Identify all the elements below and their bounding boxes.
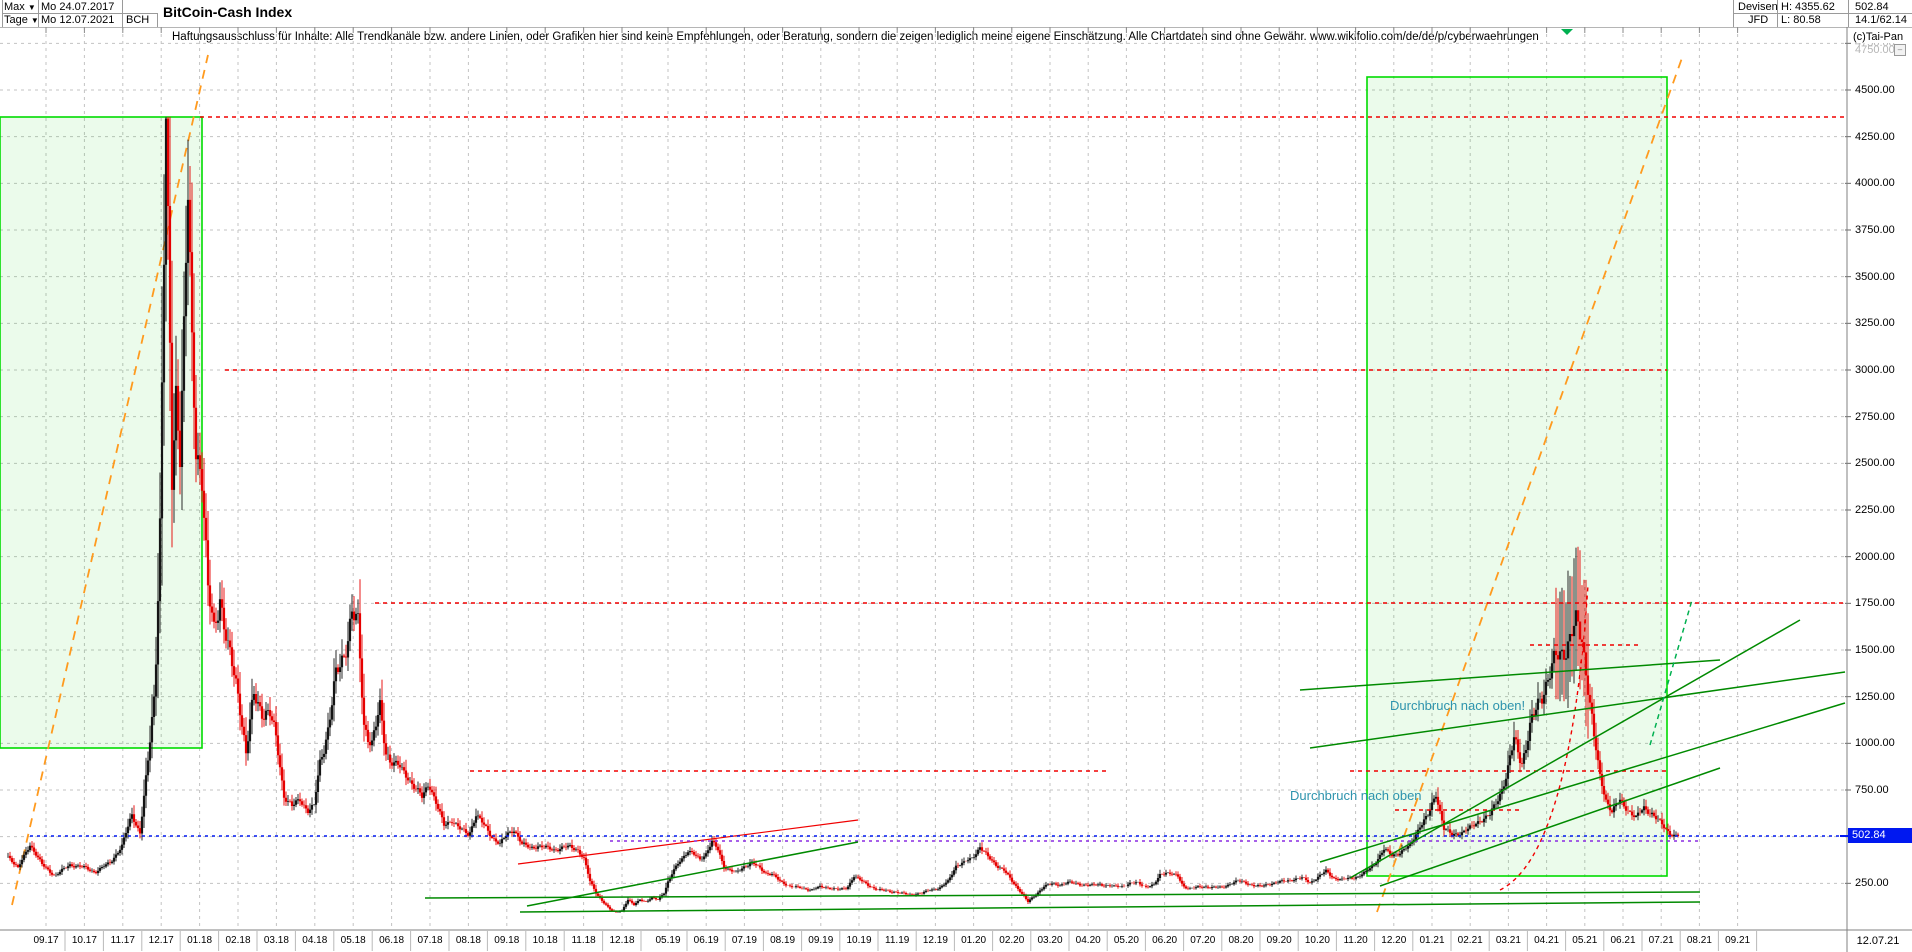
x-axis-label: 09.18 <box>494 935 520 946</box>
x-axis-label: 01.21 <box>1419 935 1445 946</box>
y-axis-label: 3750.00 <box>1855 223 1895 236</box>
breakout-annotation: Durchbruch nach oben! <box>1390 698 1526 713</box>
x-axis-label: 07.19 <box>731 935 757 946</box>
x-axis-label: 06.21 <box>1610 935 1636 946</box>
x-axis-label: 12.18 <box>609 935 635 946</box>
x-axis-label: 04.20 <box>1075 935 1101 946</box>
y-axis-label: 4500.00 <box>1855 83 1895 96</box>
y-axis-label: 2750.00 <box>1855 410 1895 423</box>
y-axis-label: 2000.00 <box>1855 550 1895 563</box>
y-axis-label: 1500.00 <box>1855 643 1895 656</box>
x-axis-label: 10.18 <box>532 935 558 946</box>
y-axis-label: 4000.00 <box>1855 177 1895 190</box>
x-axis-label: 04.21 <box>1534 935 1560 946</box>
x-axis-label: 12.20 <box>1381 935 1407 946</box>
y-axis-label: 1750.00 <box>1855 597 1895 610</box>
x-axis-label: 08.21 <box>1686 935 1712 946</box>
x-axis-label: 02.18 <box>225 935 251 946</box>
x-axis-label: 04.18 <box>302 935 328 946</box>
y-axis-label-faded: 4750.00 <box>1855 44 1895 56</box>
y-axis-label: 1250.00 <box>1855 690 1895 703</box>
x-axis-label: 01.20 <box>961 935 987 946</box>
x-axis-label: 11.17 <box>110 935 135 946</box>
x-axis-label: 11.19 <box>885 935 910 946</box>
x-axis-label: 02.21 <box>1457 935 1483 946</box>
x-axis-label: 09.21 <box>1725 935 1751 946</box>
x-axis-label: 07.21 <box>1648 935 1674 946</box>
x-axis-label: 03.18 <box>263 935 289 946</box>
x-axis-label: 08.19 <box>770 935 796 946</box>
y-axis-label: 2500.00 <box>1855 457 1895 470</box>
x-axis-label: 12.17 <box>148 935 174 946</box>
x-axis-label: 11.18 <box>571 935 596 946</box>
x-axis-label: 05.21 <box>1572 935 1598 946</box>
x-axis-label: 05.18 <box>340 935 366 946</box>
chart-plot-area[interactable] <box>0 0 1912 952</box>
y-axis-label: 250.00 <box>1855 877 1889 890</box>
x-axis-label: 10.20 <box>1304 935 1330 946</box>
x-axis-label: 08.18 <box>455 935 481 946</box>
x-axis-label: 06.19 <box>693 935 719 946</box>
y-axis-label: 2250.00 <box>1855 503 1895 516</box>
x-axis-label: 10.17 <box>71 935 97 946</box>
x-axis-label: 12.19 <box>922 935 948 946</box>
collapse-chart-button[interactable]: – <box>1894 44 1906 56</box>
x-axis-label: 03.20 <box>1037 935 1063 946</box>
x-axis-label: 09.19 <box>808 935 834 946</box>
x-axis-label: 09.17 <box>33 935 59 946</box>
taipan-chart-window: Max ▼ Mo 24.07.2017 Tage ▼ Mo 12.07.2021… <box>0 0 1912 952</box>
x-axis-label: 03.21 <box>1495 935 1521 946</box>
x-axis-label: 06.18 <box>379 935 405 946</box>
breakout-annotation: Durchbruch nach oben <box>1290 788 1422 803</box>
x-axis-label: 06.20 <box>1152 935 1178 946</box>
x-axis-label: 05.20 <box>1113 935 1139 946</box>
current-price-tag: 502.84 <box>1848 828 1912 843</box>
y-axis-label: 1000.00 <box>1855 737 1895 750</box>
x-axis-label: 09.20 <box>1266 935 1292 946</box>
x-axis-label: 07.20 <box>1190 935 1216 946</box>
x-axis-label: 02.20 <box>999 935 1025 946</box>
x-axis-label: 07.18 <box>417 935 443 946</box>
y-axis-label: 3500.00 <box>1855 270 1895 283</box>
x-axis-label: 08.20 <box>1228 935 1254 946</box>
y-axis-label: 4250.00 <box>1855 130 1895 143</box>
y-axis-label: 750.00 <box>1855 784 1889 796</box>
y-axis-label: 3250.00 <box>1855 317 1895 330</box>
copyright-label: (c)Tai-Pan <box>1851 31 1906 43</box>
x-axis-label: 11.20 <box>1343 935 1368 946</box>
x-axis-last-date-label: 12.07.21 <box>1856 935 1900 947</box>
x-axis-label: 01.18 <box>187 935 213 946</box>
x-axis-label: 10.19 <box>846 935 872 946</box>
x-axis-label: 05.19 <box>655 935 681 946</box>
y-axis-label: 3000.00 <box>1855 363 1895 376</box>
